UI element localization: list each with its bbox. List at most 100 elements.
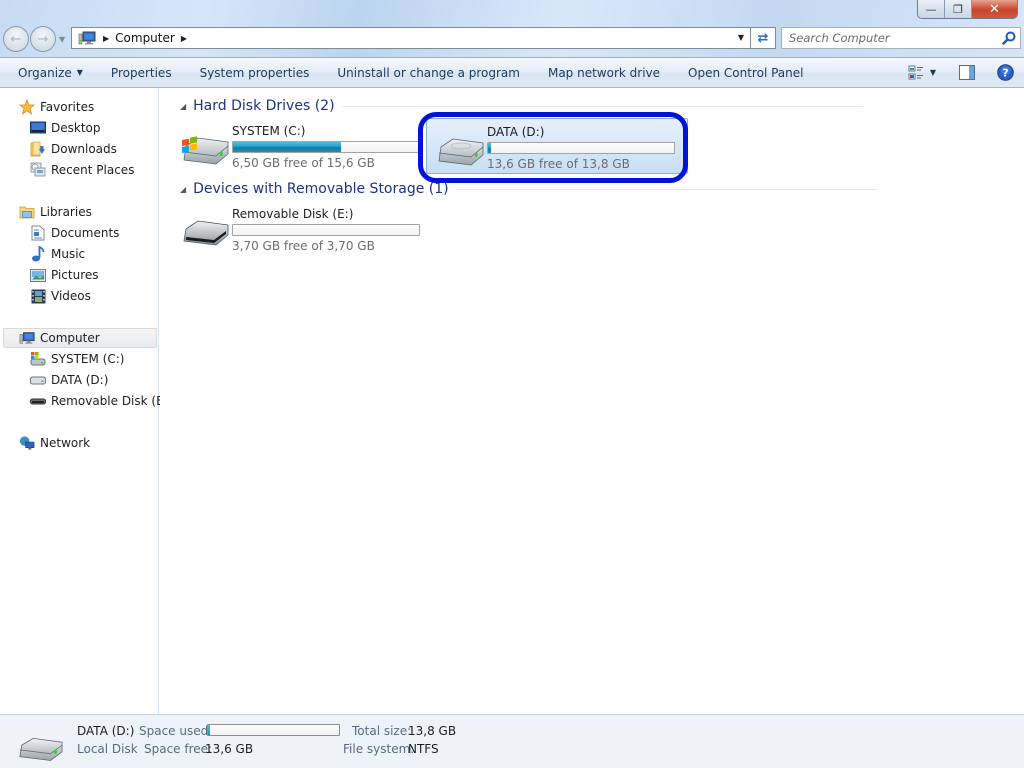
close-button[interactable]: ✕ — [972, 0, 1017, 18]
svg-text:?: ? — [1002, 67, 1008, 80]
properties-button[interactable]: Properties — [97, 58, 186, 87]
collapse-triangle-icon[interactable]: ◢ — [180, 102, 186, 111]
videos-film-icon — [30, 288, 46, 304]
details-drive-type: Local Disk — [77, 742, 138, 756]
breadcrumb-computer[interactable]: Computer — [115, 31, 175, 45]
sidebar-label: Music — [51, 247, 86, 261]
forward-button[interactable]: → — [30, 26, 56, 52]
libraries-icon — [19, 204, 35, 220]
music-note-icon — [30, 246, 46, 262]
map-network-drive-button[interactable]: Map network drive — [534, 58, 674, 87]
drive-name: SYSTEM (C:) — [232, 124, 306, 138]
usage-fill — [208, 725, 210, 735]
star-icon — [19, 99, 35, 115]
sidebar-item-desktop[interactable]: Desktop — [30, 118, 101, 138]
drive-free-space: 3,70 GB free of 3,70 GB — [232, 239, 375, 253]
file-system-label: File system: — [343, 742, 415, 756]
removable-disk-icon — [183, 220, 229, 246]
hard-drive-icon — [19, 738, 63, 761]
sidebar-item-libraries[interactable]: Libraries — [19, 202, 92, 222]
drive-free-space: 6,50 GB free of 15,6 GB — [232, 156, 375, 170]
network-icon — [19, 435, 35, 451]
usage-fill — [233, 142, 342, 152]
search-box — [781, 27, 1021, 49]
total-size-value: 13,8 GB — [408, 724, 457, 738]
preview-pane-icon — [959, 65, 975, 80]
removable-disk-icon — [30, 393, 46, 409]
total-size-label: Total size: — [352, 724, 412, 738]
sidebar-label: SYSTEM (C:) — [51, 352, 125, 366]
help-button[interactable]: ? — [986, 58, 1024, 87]
sidebar-label: Videos — [51, 289, 91, 303]
sidebar-item-documents[interactable]: Documents — [30, 223, 119, 243]
command-bar: Organize ▼ Properties System properties U… — [0, 57, 1024, 88]
drive-item-system-c[interactable]: SYSTEM (C:) 6,50 GB free of 15,6 GB — [172, 118, 430, 174]
navigation-pane: Favorites Desktop Downloads Recent Place… — [0, 88, 172, 714]
address-bar[interactable]: ▶ Computer ▶ ▼ — [71, 27, 751, 49]
close-icon: ✕ — [989, 1, 1000, 17]
refresh-button[interactable]: ⇄ — [751, 27, 776, 49]
collapse-triangle-icon[interactable]: ◢ — [180, 185, 186, 194]
system-properties-button[interactable]: System properties — [186, 58, 324, 87]
breadcrumb-separator-icon[interactable]: ▶ — [103, 34, 109, 43]
group-title: Hard Disk Drives (2) — [193, 98, 335, 114]
back-button[interactable]: ← — [3, 26, 29, 52]
sidebar-item-favorites[interactable]: Favorites — [19, 97, 94, 117]
sidebar-item-music[interactable]: Music — [30, 244, 85, 264]
refresh-icon: ⇄ — [757, 30, 769, 46]
documents-icon — [30, 225, 46, 241]
sidebar-label: Network — [40, 436, 91, 450]
drive-usage-bar — [232, 141, 420, 153]
sidebar-item-computer[interactable]: Computer — [3, 328, 157, 348]
forward-arrow-icon: → — [37, 31, 49, 47]
details-pane: DATA (D:) Local Disk Space used: Space f… — [0, 714, 1024, 768]
desktop-icon — [30, 120, 46, 136]
hard-drive-icon — [30, 372, 46, 388]
preview-pane-button[interactable] — [948, 58, 986, 87]
pictures-icon — [30, 267, 46, 283]
help-icon: ? — [996, 64, 1014, 81]
sidebar-label: Favorites — [40, 100, 95, 114]
downloads-folder-icon — [30, 141, 46, 157]
sidebar-item-data-d[interactable]: DATA (D:) — [30, 370, 108, 390]
address-dropdown-icon[interactable]: ▼ — [738, 33, 744, 42]
sidebar-item-system-c[interactable]: SYSTEM (C:) — [30, 349, 124, 369]
drive-item-removable-e[interactable]: Removable Disk (E:) 3,70 GB free of 3,70… — [172, 201, 430, 257]
details-drive-name: DATA (D:) — [77, 724, 135, 738]
highlight-annotation — [418, 112, 688, 183]
sidebar-item-videos[interactable]: Videos — [30, 286, 91, 306]
window-controls: — ❐ ✕ — [917, 0, 1018, 19]
chevron-down-icon: ▼ — [76, 68, 83, 77]
sidebar-item-removable-e[interactable]: Removable Disk (E:) — [30, 391, 172, 411]
navigation-buttons: ← → ▼ — [3, 26, 65, 52]
recent-pages-dropdown[interactable]: ▼ — [59, 35, 65, 44]
recent-places-icon — [30, 162, 46, 178]
change-view-button[interactable]: ▼ — [902, 58, 942, 87]
sidebar-label: Libraries — [40, 205, 92, 219]
sidebar-item-network[interactable]: Network — [19, 433, 90, 453]
system-drive-icon — [182, 136, 229, 165]
view-options-icon — [908, 65, 923, 79]
uninstall-program-button[interactable]: Uninstall or change a program — [323, 58, 534, 87]
space-free-label: Space free: — [144, 742, 213, 756]
sidebar-label: Documents — [51, 226, 120, 240]
space-used-bar — [207, 724, 340, 736]
search-input[interactable] — [789, 31, 999, 45]
space-free-value: 13,6 GB — [205, 742, 254, 756]
minimize-button[interactable]: — — [918, 0, 945, 18]
sidebar-label: Pictures — [51, 268, 99, 282]
organize-menu[interactable]: Organize ▼ — [0, 58, 97, 87]
space-used-label: Space used: — [139, 724, 213, 738]
sidebar-item-downloads[interactable]: Downloads — [30, 139, 117, 159]
restore-button[interactable]: ❐ — [945, 0, 972, 18]
organize-label: Organize — [18, 65, 72, 80]
open-control-panel-button[interactable]: Open Control Panel — [674, 58, 817, 87]
sidebar-item-recent-places[interactable]: Recent Places — [30, 160, 134, 180]
sidebar-item-pictures[interactable]: Pictures — [30, 265, 99, 285]
back-arrow-icon: ← — [10, 31, 22, 47]
breadcrumb-separator-icon[interactable]: ▶ — [181, 34, 187, 43]
sidebar-label: Desktop — [51, 121, 101, 135]
search-icon[interactable] — [1002, 31, 1016, 45]
chevron-down-icon[interactable]: ▼ — [930, 68, 936, 77]
sidebar-label: Computer — [40, 331, 100, 345]
